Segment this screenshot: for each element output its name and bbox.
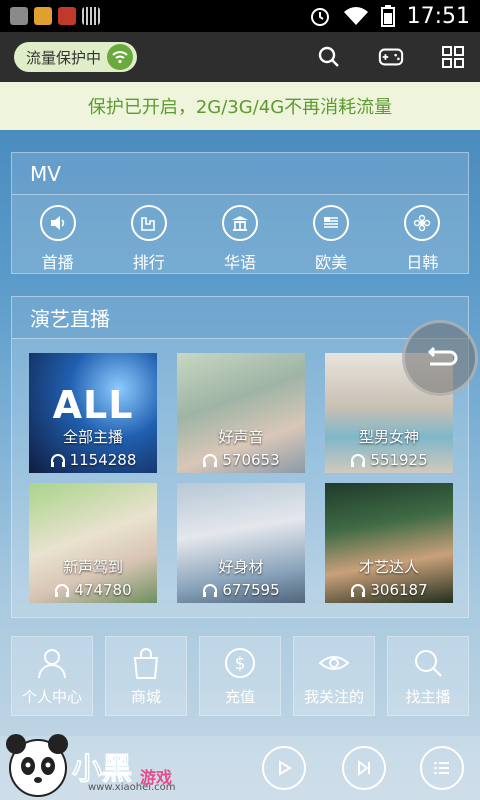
nav-mall[interactable]: 商城 — [105, 636, 187, 716]
tile-count-value: 474780 — [74, 581, 132, 599]
flower-icon — [404, 205, 441, 241]
headphones-icon — [351, 584, 366, 597]
mv-title: MV — [30, 161, 61, 186]
nav-label: 我关注的 — [303, 687, 364, 706]
tile-new-voice[interactable]: 新声驾到 474780 — [29, 483, 157, 603]
tile-name: 才艺达人 — [358, 558, 419, 576]
nav-recharge[interactable]: $ 充值 — [199, 636, 281, 716]
tile-count-value: 570653 — [222, 451, 280, 469]
tile-count: 306187 — [325, 581, 453, 599]
tile-count-value: 306187 — [370, 581, 428, 599]
tile-count: 474780 — [29, 581, 157, 599]
bag-icon — [133, 647, 159, 679]
mv-item-label: 欧美 — [315, 253, 348, 272]
tile-name: 好身材 — [218, 558, 264, 576]
mv-item-japan-korea[interactable]: 日韩 — [382, 205, 462, 273]
battery-icon — [380, 5, 395, 27]
banner-text: 保护已开启，2G/3G/4G不再消耗流量 — [87, 97, 393, 118]
list-icon — [434, 761, 449, 775]
speaker-icon — [39, 205, 76, 241]
nav-personal-center[interactable]: 个人中心 — [11, 636, 93, 716]
game-icon — [58, 7, 76, 25]
headphones-icon — [50, 454, 65, 467]
headphones-icon — [351, 454, 366, 467]
tile-name: 型男女神 — [358, 428, 419, 446]
eye-icon — [318, 655, 350, 670]
clock: 17:51 — [406, 3, 470, 29]
tile-count-value: 1154288 — [69, 451, 137, 469]
bottom-nav: 个人中心 商城 $ 充值 我关注的 找主播 — [11, 636, 469, 716]
mv-item-chinese[interactable]: 华语 — [200, 205, 280, 273]
flag-icon — [313, 205, 350, 241]
search-icon — [415, 649, 442, 677]
play-icon — [279, 760, 292, 776]
protection-banner: 保护已开启，2G/3G/4G不再消耗流量 — [0, 82, 480, 130]
tile-name: 新声驾到 — [62, 558, 123, 576]
dollar-icon: $ — [225, 647, 255, 678]
mv-item-premiere[interactable]: 首播 — [18, 205, 98, 273]
tile-count: 1154288 — [29, 451, 157, 469]
headphones-icon — [203, 454, 218, 467]
nav-label: 商城 — [130, 687, 161, 706]
person-icon — [38, 648, 66, 678]
live-header[interactable]: 演艺直播 — [12, 297, 468, 339]
gamepad-icon[interactable] — [378, 44, 404, 70]
flow-protection-label: 流量保护中 — [26, 48, 102, 67]
tile-name: 全部主播 — [62, 428, 123, 446]
panda-icon — [6, 734, 68, 797]
app-icon — [34, 7, 52, 25]
nav-following[interactable]: 我关注的 — [293, 636, 375, 716]
mv-item-label: 排行 — [132, 253, 165, 272]
mv-panel: MV 首播 排行 华语 欧美 日韩 — [11, 152, 469, 274]
tile-all-hosts[interactable]: ALL 全部主播 1154288 — [29, 353, 157, 473]
mv-item-ranking[interactable]: 排行 — [109, 205, 189, 273]
watermark-logo: 小黑 游戏 www.xiaohei.com — [0, 728, 200, 800]
mv-header[interactable]: MV — [12, 153, 468, 195]
tile-count: 677595 — [177, 581, 305, 599]
tile-count-value: 551925 — [370, 451, 428, 469]
chart-icon — [130, 205, 167, 241]
headphones-icon — [203, 584, 218, 597]
nav-label: 充值 — [224, 687, 255, 706]
top-bar: 流量保护中 — [0, 32, 480, 82]
mv-item-label: 华语 — [223, 253, 256, 272]
tile-overlay-text: ALL — [52, 383, 134, 427]
live-panel: 演艺直播 ALL 全部主播 1154288 好声音 570653 型男女神 55… — [11, 296, 469, 618]
notification-icons — [10, 7, 100, 25]
headphones-icon — [55, 584, 70, 597]
wifi-badge-icon — [107, 44, 134, 70]
nav-label: 个人中心 — [21, 687, 82, 706]
back-arrow-icon — [427, 346, 458, 366]
next-icon — [358, 760, 370, 776]
flow-protection-toggle[interactable]: 流量保护中 — [14, 42, 138, 72]
barcode-icon — [82, 7, 100, 25]
temple-icon — [221, 205, 258, 241]
tile-talent[interactable]: 才艺达人 306187 — [325, 483, 453, 603]
live-title: 演艺直播 — [30, 307, 110, 331]
shield-icon — [10, 7, 28, 25]
nav-find-host[interactable]: 找主播 — [387, 636, 469, 716]
tile-count-value: 677595 — [222, 581, 280, 599]
tile-good-voice[interactable]: 好声音 570653 — [177, 353, 305, 473]
next-button[interactable] — [342, 746, 386, 790]
mv-item-western[interactable]: 欧美 — [291, 205, 371, 273]
status-bar: 17:51 — [0, 0, 480, 32]
play-button[interactable] — [262, 746, 306, 790]
tile-good-figure[interactable]: 好身材 677595 — [177, 483, 305, 603]
svg-text:$: $ — [235, 654, 246, 674]
playlist-button[interactable] — [420, 746, 464, 790]
nav-label: 找主播 — [405, 687, 451, 706]
mv-item-label: 首播 — [41, 253, 74, 272]
alarm-icon — [310, 8, 329, 26]
tile-count: 551925 — [325, 451, 453, 469]
tile-name: 好声音 — [218, 428, 264, 446]
watermark-url: www.xiaohei.com — [88, 782, 176, 793]
wifi-icon — [343, 7, 368, 25]
mv-item-label: 日韩 — [406, 253, 439, 272]
floating-back-button[interactable] — [402, 320, 478, 396]
tile-count: 570653 — [177, 451, 305, 469]
search-icon[interactable] — [316, 44, 342, 70]
grid-icon[interactable] — [440, 44, 466, 70]
